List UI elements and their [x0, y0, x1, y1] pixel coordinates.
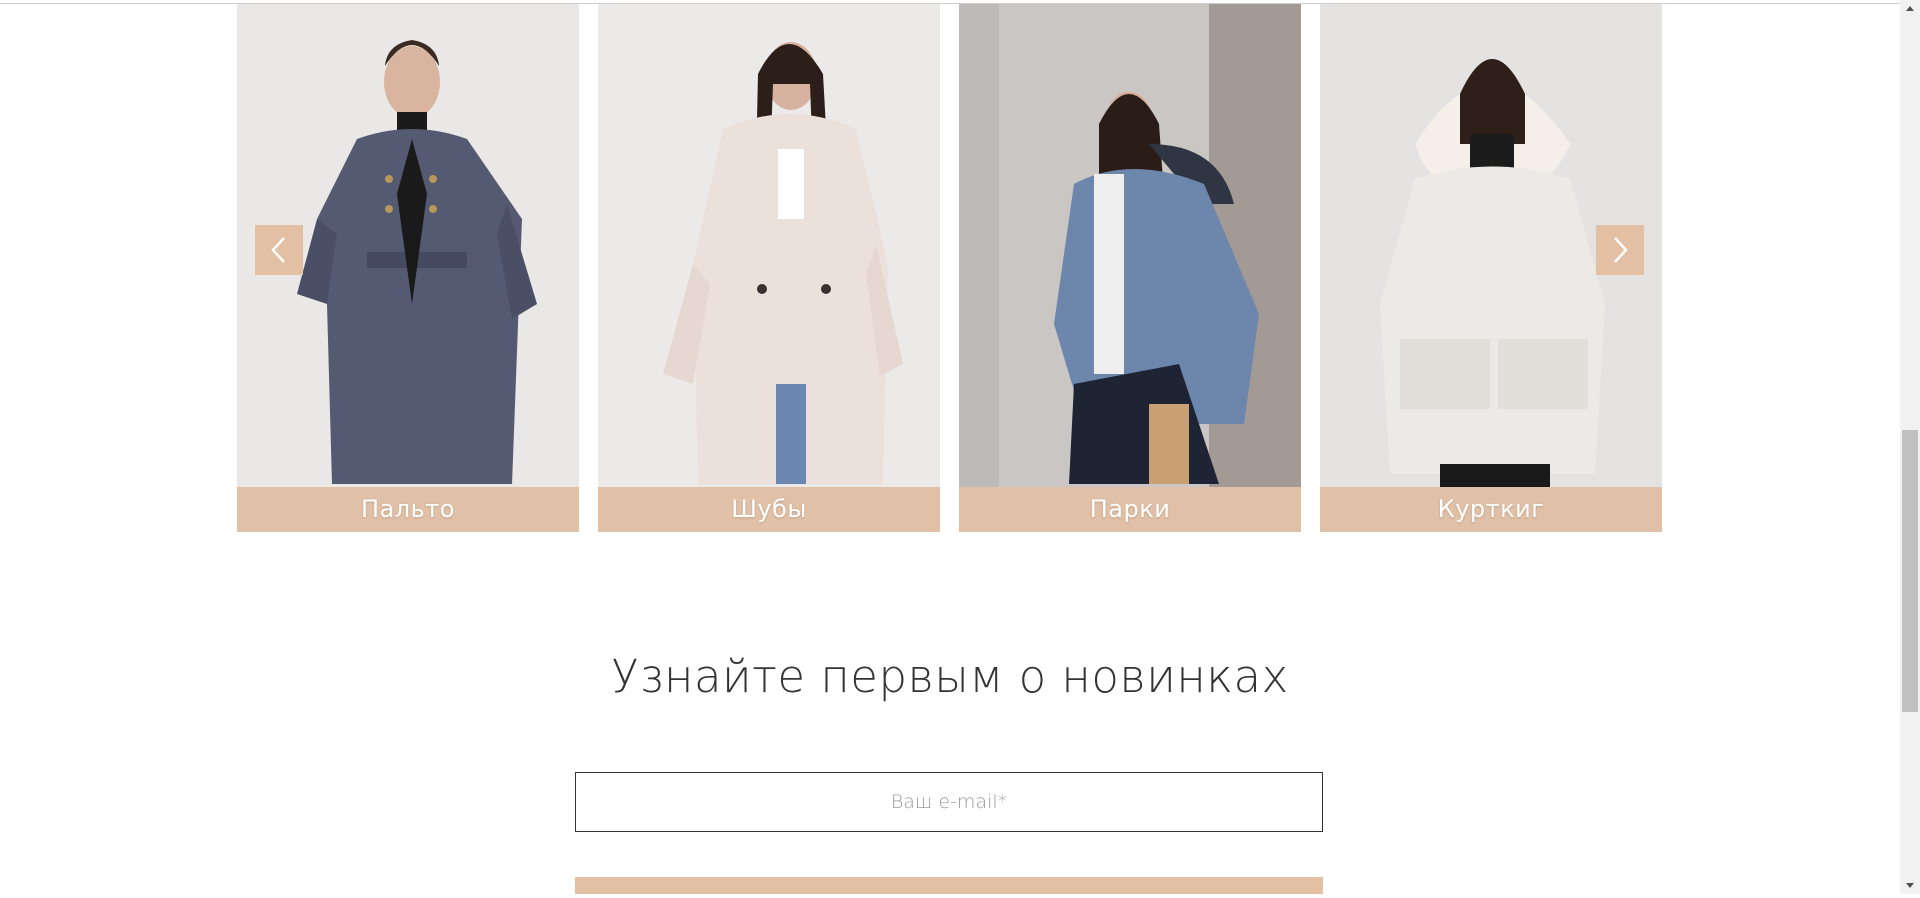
category-card-fur[interactable]: Шубы	[598, 4, 940, 532]
chevron-left-icon	[271, 237, 285, 263]
category-label: Пальто	[237, 487, 579, 532]
page-scrollbar[interactable]	[1900, 0, 1920, 894]
subscribe-heading: Узнайте первым о новинках	[611, 650, 1289, 703]
scroll-down-arrow-icon[interactable]	[1900, 876, 1920, 894]
subscribe-button[interactable]	[575, 877, 1323, 894]
carousel-next-button[interactable]	[1596, 225, 1644, 275]
category-carousel: Пальто Шубы Парки Курткиг	[237, 4, 1662, 532]
category-card-parkas[interactable]: Парки	[959, 4, 1301, 532]
chevron-right-icon	[1614, 237, 1628, 263]
carousel-prev-button[interactable]	[255, 225, 303, 275]
email-input[interactable]	[575, 772, 1323, 832]
category-label: Шубы	[598, 487, 940, 532]
fur-coat-photo	[598, 4, 940, 487]
parka-photo	[959, 4, 1301, 487]
scrollbar-thumb[interactable]	[1902, 430, 1918, 712]
scroll-up-arrow-icon[interactable]	[1900, 0, 1920, 18]
category-label: Курткиг	[1320, 487, 1662, 532]
category-label: Парки	[959, 487, 1301, 532]
